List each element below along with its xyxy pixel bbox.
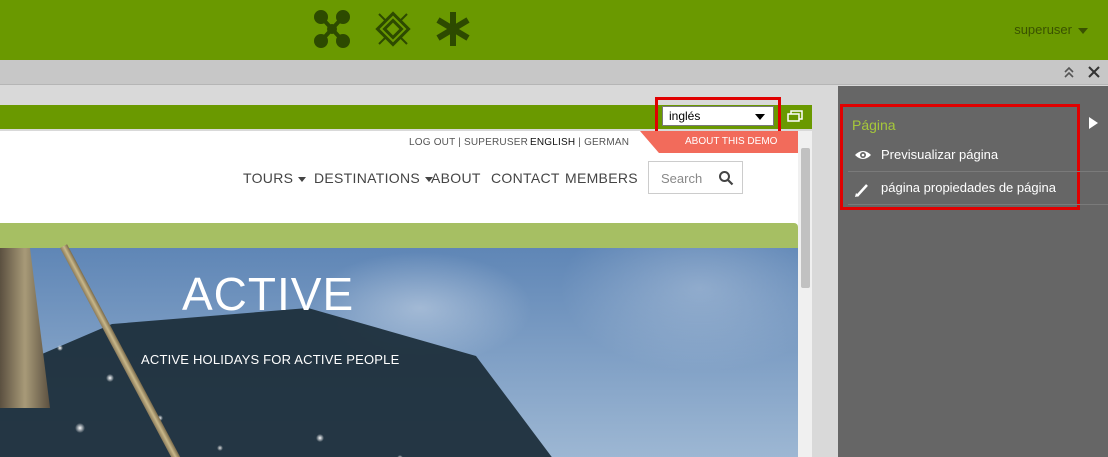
nav-tours[interactable]: TOURS [243, 170, 307, 186]
language-select[interactable]: inglés [662, 106, 774, 126]
lang-separator: | [575, 137, 585, 148]
expand-arrow-icon[interactable] [1089, 117, 1098, 129]
eye-icon [855, 151, 871, 159]
chevron-down-icon [298, 176, 307, 182]
green-band [0, 223, 798, 248]
search-icon[interactable] [718, 170, 734, 186]
asterisk-icon[interactable] [435, 10, 471, 48]
lang-english[interactable]: ENGLISH [530, 137, 575, 148]
about-demo-tab[interactable]: ABOUT THIS DEMO [640, 131, 798, 153]
nav-members[interactable]: MEMBERS [565, 170, 638, 186]
logout-link[interactable]: LOG OUT | SUPERUSER [409, 137, 528, 148]
user-menu[interactable]: superuser [1014, 22, 1088, 37]
chevron-down-icon [1078, 27, 1088, 34]
nav-about[interactable]: ABOUT [431, 170, 481, 186]
nav-destinations-label: DESTINATIONS [314, 170, 421, 186]
page-properties-label: página propiedades de página [881, 180, 1056, 195]
chevron-down-icon [755, 114, 765, 120]
diamond-icon[interactable] [375, 10, 411, 48]
nav-tours-label: TOURS [243, 170, 294, 186]
about-demo-label: ABOUT THIS DEMO [685, 136, 778, 147]
preview-page-item[interactable]: Previsualizar página [848, 140, 1108, 172]
preview-page-label: Previsualizar página [881, 147, 999, 162]
network-icon[interactable] [314, 10, 350, 48]
site-search-input[interactable]: Search [648, 161, 743, 194]
window-icon[interactable] [787, 110, 803, 122]
website-preview: LOG OUT | SUPERUSER ENGLISH | GERMAN ABO… [0, 131, 798, 457]
nav-destinations[interactable]: DESTINATIONS [314, 170, 434, 186]
pencil-icon [855, 184, 868, 197]
top-toolbar: superuser [0, 0, 1108, 60]
close-icon[interactable] [1088, 66, 1100, 78]
sub-toolbar [0, 60, 1108, 85]
scrollbar-thumb[interactable] [801, 148, 810, 288]
collapse-icon[interactable] [1063, 66, 1075, 78]
hero-splash [20, 308, 440, 457]
hero-subtitle: ACTIVE HOLIDAYS FOR ACTIVE PEOPLE [141, 352, 400, 367]
page-properties-item[interactable]: página propiedades de página [848, 173, 1108, 205]
panel-title: Página [852, 117, 896, 133]
language-select-value: inglés [669, 109, 701, 123]
hero-title: ACTIVE [182, 268, 355, 320]
lang-german[interactable]: GERMAN [584, 137, 629, 148]
language-links: ENGLISH | GERMAN [530, 137, 629, 148]
nav-contact[interactable]: CONTACT [491, 170, 560, 186]
username: superuser [1014, 22, 1072, 37]
search-placeholder: Search [661, 171, 703, 186]
